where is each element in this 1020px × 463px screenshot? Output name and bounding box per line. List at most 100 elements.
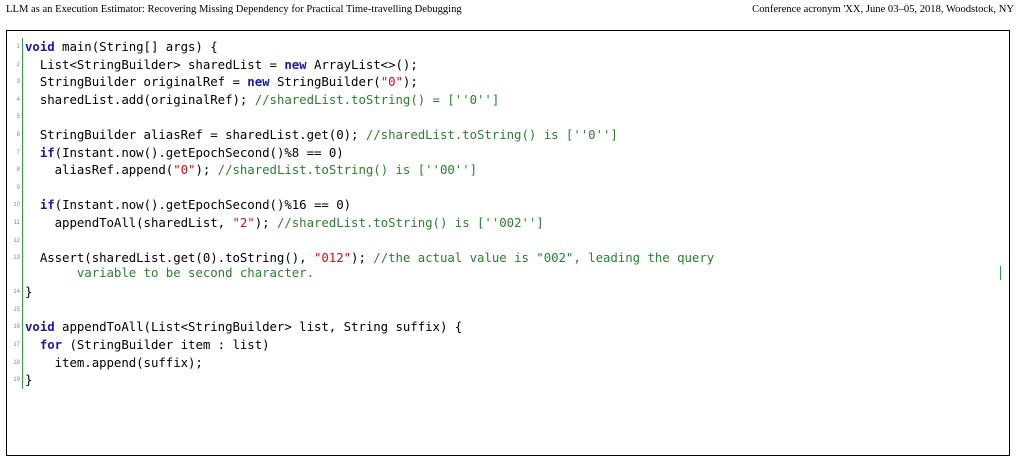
line-bar [22, 300, 23, 319]
line-bar [22, 283, 23, 301]
line-bar [22, 318, 23, 336]
code-token: ); [351, 250, 374, 266]
code-line: 1 void main(String[] args) { [7, 38, 1009, 56]
code-text: appendToAll(sharedList, "2"); //sharedLi… [25, 215, 544, 230]
line-number: 8 [16, 167, 20, 174]
line-bar [22, 196, 23, 214]
code-token: List<StringBuilder> sharedList = [25, 56, 285, 72]
line-bar [22, 353, 23, 372]
code-token: sharedList.add(originalRef); [25, 91, 255, 107]
code-text: if(Instant.now().getEpochSecond()%8 == 0… [25, 145, 344, 160]
code-line: 4 sharedList.add(originalRef); //sharedL… [7, 90, 1009, 109]
code-token: (Instant.now().getEpochSecond()%16 == 0) [54, 197, 352, 213]
comment: //sharedList.toString() is [''00''] [217, 162, 478, 178]
comment: //sharedList.toString() is [''0''] [365, 126, 618, 142]
code-token: ); [402, 74, 418, 90]
code-line: 15 [7, 300, 1009, 319]
string-literal: "0" [173, 162, 196, 178]
code-text: } [25, 372, 32, 387]
code-lines: 1 void main(String[] args) { 2 List<String… [7, 38, 1009, 389]
string-literal: "2" [232, 214, 255, 230]
header-venue: Conference acronym 'XX, June 03–05, 2018… [752, 4, 1014, 15]
code-line: 9 [7, 178, 1009, 197]
code-token: (Instant.now().getEpochSecond()%8 == 0) [54, 144, 344, 160]
code-line: 19} [7, 371, 1009, 389]
code-line: 17 for (StringBuilder item : list) [7, 335, 1009, 354]
code-text: if(Instant.now().getEpochSecond()%16 == … [25, 197, 351, 212]
code-token: StringBuilder( [269, 74, 381, 90]
code-token: StringBuilder originalRef = [25, 74, 248, 90]
line-number: 17 [13, 341, 20, 348]
code-line: 13 Assert(sharedList.get(0).toString(), … [7, 249, 1009, 284]
code-text: item.append(suffix); [25, 355, 203, 370]
line-bar [22, 249, 23, 284]
code-token: ); [195, 162, 218, 178]
line-bar [22, 178, 23, 197]
line-bar [22, 371, 23, 389]
code-line: 18 item.append(suffix); [7, 353, 1009, 372]
line-bar [22, 213, 23, 232]
string-literal: "0" [380, 74, 403, 90]
keyword: void [25, 319, 55, 335]
code-line: 11 appendToAll(sharedList, "2"); //share… [7, 213, 1009, 232]
code-text: } [25, 284, 32, 299]
string-literal: "012" [313, 250, 352, 266]
code-token: appendToAll(List<StringBuilder> list, St… [54, 319, 463, 335]
code-listing: 1 void main(String[] args) { 2 List<String… [6, 30, 1010, 456]
keyword: if [39, 197, 55, 213]
line-bar [22, 55, 23, 74]
code-line: 6 StringBuilder aliasRef = sharedList.ge… [7, 125, 1009, 144]
line-number: 4 [16, 96, 20, 103]
comment: //sharedList.toString() = [''0''] [254, 91, 500, 107]
line-number: 13 [13, 255, 20, 262]
line-number: 10 [13, 202, 20, 209]
code-line: 7 if(Instant.now().getEpochSecond()%8 ==… [7, 143, 1009, 162]
code-token: ArrayList<>(); [306, 56, 418, 72]
line-bar [22, 335, 23, 354]
code-text: List<StringBuilder> sharedList = new Arr… [25, 57, 418, 72]
keyword: new [247, 74, 270, 90]
line-bar [22, 125, 23, 144]
line-number: 2 [16, 61, 20, 68]
code-line: 8 aliasRef.append("0"); //sharedList.toS… [7, 161, 1009, 179]
line-bar [22, 161, 23, 179]
code-token: (StringBuilder item : list) [62, 336, 270, 352]
line-bar [22, 73, 23, 91]
code-line: 12 [7, 231, 1009, 250]
line-bar [22, 90, 23, 109]
code-token: ); [254, 214, 277, 230]
line-number: 7 [16, 149, 20, 156]
code-token: appendToAll(sharedList, [25, 214, 233, 230]
code-text: StringBuilder originalRef = new StringBu… [25, 74, 418, 89]
line-number: 18 [13, 359, 20, 366]
line-number: 11 [13, 219, 20, 226]
line-number: 1 [16, 44, 20, 50]
keyword: new [284, 56, 307, 72]
comment: //sharedList.toString() is [''002''] [276, 214, 544, 230]
code-token: aliasRef.append( [25, 162, 174, 178]
code-text: void appendToAll(List<StringBuilder> lis… [25, 319, 462, 334]
code-token: Assert(sharedList.get(0).toString(), [25, 250, 314, 266]
code-line: 5 [7, 108, 1009, 126]
line-bar [22, 143, 23, 162]
line-number: 12 [13, 237, 20, 244]
code-line: 3 StringBuilder originalRef = new String… [7, 73, 1009, 91]
code-line: 14} [7, 283, 1009, 301]
code-token: StringBuilder aliasRef = sharedList.get(… [25, 126, 366, 142]
code-text: StringBuilder aliasRef = sharedList.get(… [25, 127, 618, 142]
header-title: LLM as an Execution Estimator: Recoverin… [6, 4, 462, 15]
keyword: if [39, 144, 55, 160]
wrap-marker [1000, 266, 1001, 281]
line-bar [22, 231, 23, 250]
code-text: Assert(sharedList.get(0).toString(), "01… [25, 250, 714, 280]
line-number: 9 [16, 184, 20, 191]
line-number: 16 [13, 324, 20, 331]
line-bar [22, 38, 23, 56]
code-line: 16 void appendToAll(List<StringBuilder> l… [7, 318, 1009, 336]
line-bar [22, 108, 23, 126]
line-number: 15 [13, 306, 20, 313]
line-number: 5 [16, 114, 20, 121]
